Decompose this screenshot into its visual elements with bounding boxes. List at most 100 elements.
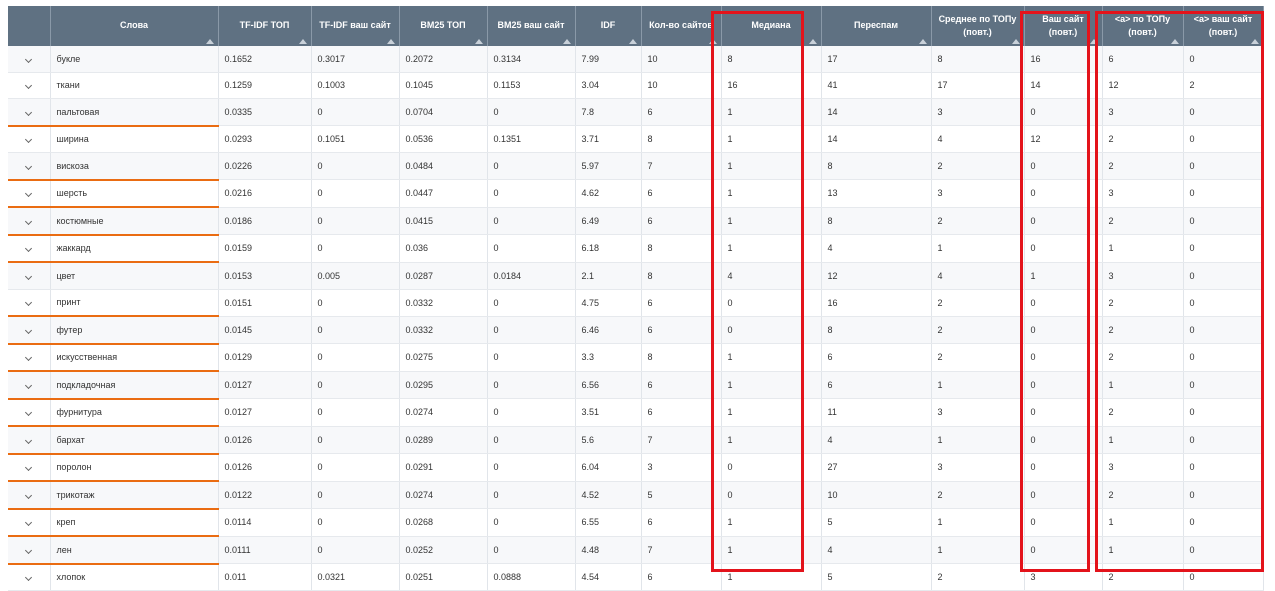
column-header-overspam[interactable]: Переспам <box>821 6 932 46</box>
chevron-down-icon[interactable] <box>25 217 33 225</box>
value-cell: 0.0114 <box>218 508 312 537</box>
chevron-down-icon[interactable] <box>25 162 33 170</box>
value-cell: 0.3134 <box>487 46 576 73</box>
value-cell: 0.0159 <box>218 234 312 263</box>
value-cell: 6.55 <box>575 508 642 537</box>
expand-cell[interactable] <box>8 262 51 290</box>
sort-arrow-icon[interactable] <box>205 39 214 44</box>
value-cell: 1 <box>1102 234 1184 263</box>
column-header-a-top[interactable]: <a> по ТОПу (повт.) <box>1102 6 1184 46</box>
column-header-tfidf-top[interactable]: TF-IDF ТОП <box>218 6 312 46</box>
column-header-bm25-site[interactable]: BM25 ваш сайт <box>487 6 576 46</box>
value-cell: 0 <box>487 98 576 126</box>
expand-cell[interactable] <box>8 536 51 565</box>
chevron-down-icon[interactable] <box>25 436 33 444</box>
expand-cell[interactable] <box>8 426 51 455</box>
value-cell: 0 <box>1183 46 1264 73</box>
expand-cell[interactable] <box>8 125 51 153</box>
expand-cell[interactable] <box>8 453 51 482</box>
sort-arrow-icon[interactable] <box>918 39 927 44</box>
value-cell: 3.3 <box>575 343 642 372</box>
chevron-down-icon[interactable] <box>25 136 33 144</box>
value-cell: 0.0447 <box>399 179 488 208</box>
value-cell: 0.1351 <box>487 125 576 153</box>
value-cell: 2 <box>931 563 1025 591</box>
value-cell: 0.036 <box>399 234 488 263</box>
value-cell: 0 <box>487 179 576 208</box>
chevron-down-icon[interactable] <box>25 108 33 116</box>
expand-cell[interactable] <box>8 289 51 317</box>
chevron-down-icon[interactable] <box>25 381 33 389</box>
expand-cell[interactable] <box>8 234 51 263</box>
column-header-a-site[interactable]: <a> ваш сайт (повт.) <box>1183 6 1264 46</box>
chevron-down-icon[interactable] <box>25 409 33 417</box>
chevron-down-icon[interactable] <box>25 190 33 198</box>
sort-arrow-icon[interactable] <box>474 39 483 44</box>
sort-arrow-icon[interactable] <box>628 39 637 44</box>
expand-cell[interactable] <box>8 563 51 591</box>
expand-cell[interactable] <box>8 316 51 345</box>
value-cell: 0 <box>487 481 576 509</box>
value-cell: 0.0291 <box>399 453 488 482</box>
chevron-down-icon[interactable] <box>25 82 33 90</box>
chevron-down-icon[interactable] <box>25 574 33 582</box>
table-row: хлопок 0.011 0.0321 0.0251 0.0888 4.54 6 1 5 2 3 2 0 <box>8 563 1264 591</box>
value-cell: 0.0888 <box>487 563 576 591</box>
value-cell: 0.0184 <box>487 262 576 290</box>
expand-cell[interactable] <box>8 481 51 510</box>
table-row: пальтовая 0.0335 0 0.0704 0 7.8 6 1 14 3 0 3 0 <box>8 98 1264 127</box>
value-cell: 2 <box>931 289 1025 317</box>
chevron-down-icon[interactable] <box>25 491 33 499</box>
column-header-site-count[interactable]: Кол-во сайтов <box>641 6 722 46</box>
chevron-down-icon[interactable] <box>25 464 33 472</box>
column-header-tfidf-site[interactable]: TF-IDF ваш сайт <box>311 6 400 46</box>
expand-cell[interactable] <box>8 46 51 73</box>
chevron-down-icon[interactable] <box>25 326 33 334</box>
chevron-down-icon[interactable] <box>25 245 33 253</box>
sort-arrow-icon[interactable] <box>386 39 395 44</box>
expand-cell[interactable] <box>8 343 51 372</box>
value-cell: 2 <box>1102 563 1184 591</box>
sort-arrow-icon[interactable] <box>1170 39 1179 44</box>
chevron-down-icon[interactable] <box>25 546 33 554</box>
value-cell: 4.48 <box>575 536 642 564</box>
expand-cell[interactable] <box>8 152 51 181</box>
expand-cell[interactable] <box>8 207 51 236</box>
value-cell: 3 <box>931 453 1025 482</box>
chevron-down-icon[interactable] <box>25 55 33 63</box>
sort-arrow-icon[interactable] <box>562 39 571 44</box>
expand-cell[interactable] <box>8 98 51 127</box>
column-header-idf[interactable]: IDF <box>575 6 642 46</box>
column-header-words[interactable]: Слова <box>50 6 219 46</box>
sort-arrow-icon[interactable] <box>1250 39 1259 44</box>
chevron-down-icon[interactable] <box>25 299 33 307</box>
value-cell: 2 <box>1102 207 1184 235</box>
sort-arrow-icon[interactable] <box>1089 39 1098 44</box>
chevron-down-icon[interactable] <box>25 354 33 362</box>
expand-cell[interactable] <box>8 72 51 99</box>
chevron-down-icon[interactable] <box>25 272 33 280</box>
value-cell: 3 <box>931 98 1025 126</box>
sort-arrow-icon[interactable] <box>298 39 307 44</box>
value-cell: 1 <box>721 98 822 126</box>
expand-cell[interactable] <box>8 398 51 427</box>
column-header-bm25-top[interactable]: BM25 ТОП <box>399 6 488 46</box>
value-cell: 0.3017 <box>311 46 400 73</box>
column-header-your-site[interactable]: Ваш сайт (повт.) <box>1024 6 1103 46</box>
value-cell: 5 <box>821 508 932 537</box>
expand-cell[interactable] <box>8 508 51 537</box>
expand-cell[interactable] <box>8 179 51 208</box>
sort-arrow-icon[interactable] <box>1011 39 1020 44</box>
value-cell: 0.0484 <box>399 152 488 180</box>
chevron-down-icon[interactable] <box>25 519 33 527</box>
column-header-median[interactable]: Медиана <box>721 6 822 46</box>
value-cell: 0 <box>1183 343 1264 372</box>
expand-cell[interactable] <box>8 371 51 400</box>
sort-arrow-icon[interactable] <box>808 39 817 44</box>
value-cell: 10 <box>641 46 722 73</box>
sort-arrow-icon[interactable] <box>708 39 717 44</box>
value-cell: 0 <box>721 316 822 344</box>
value-cell: 0 <box>1183 207 1264 235</box>
value-cell: 0 <box>1024 234 1103 263</box>
column-header-avg-top[interactable]: Среднее по ТОПу (повт.) <box>931 6 1025 46</box>
